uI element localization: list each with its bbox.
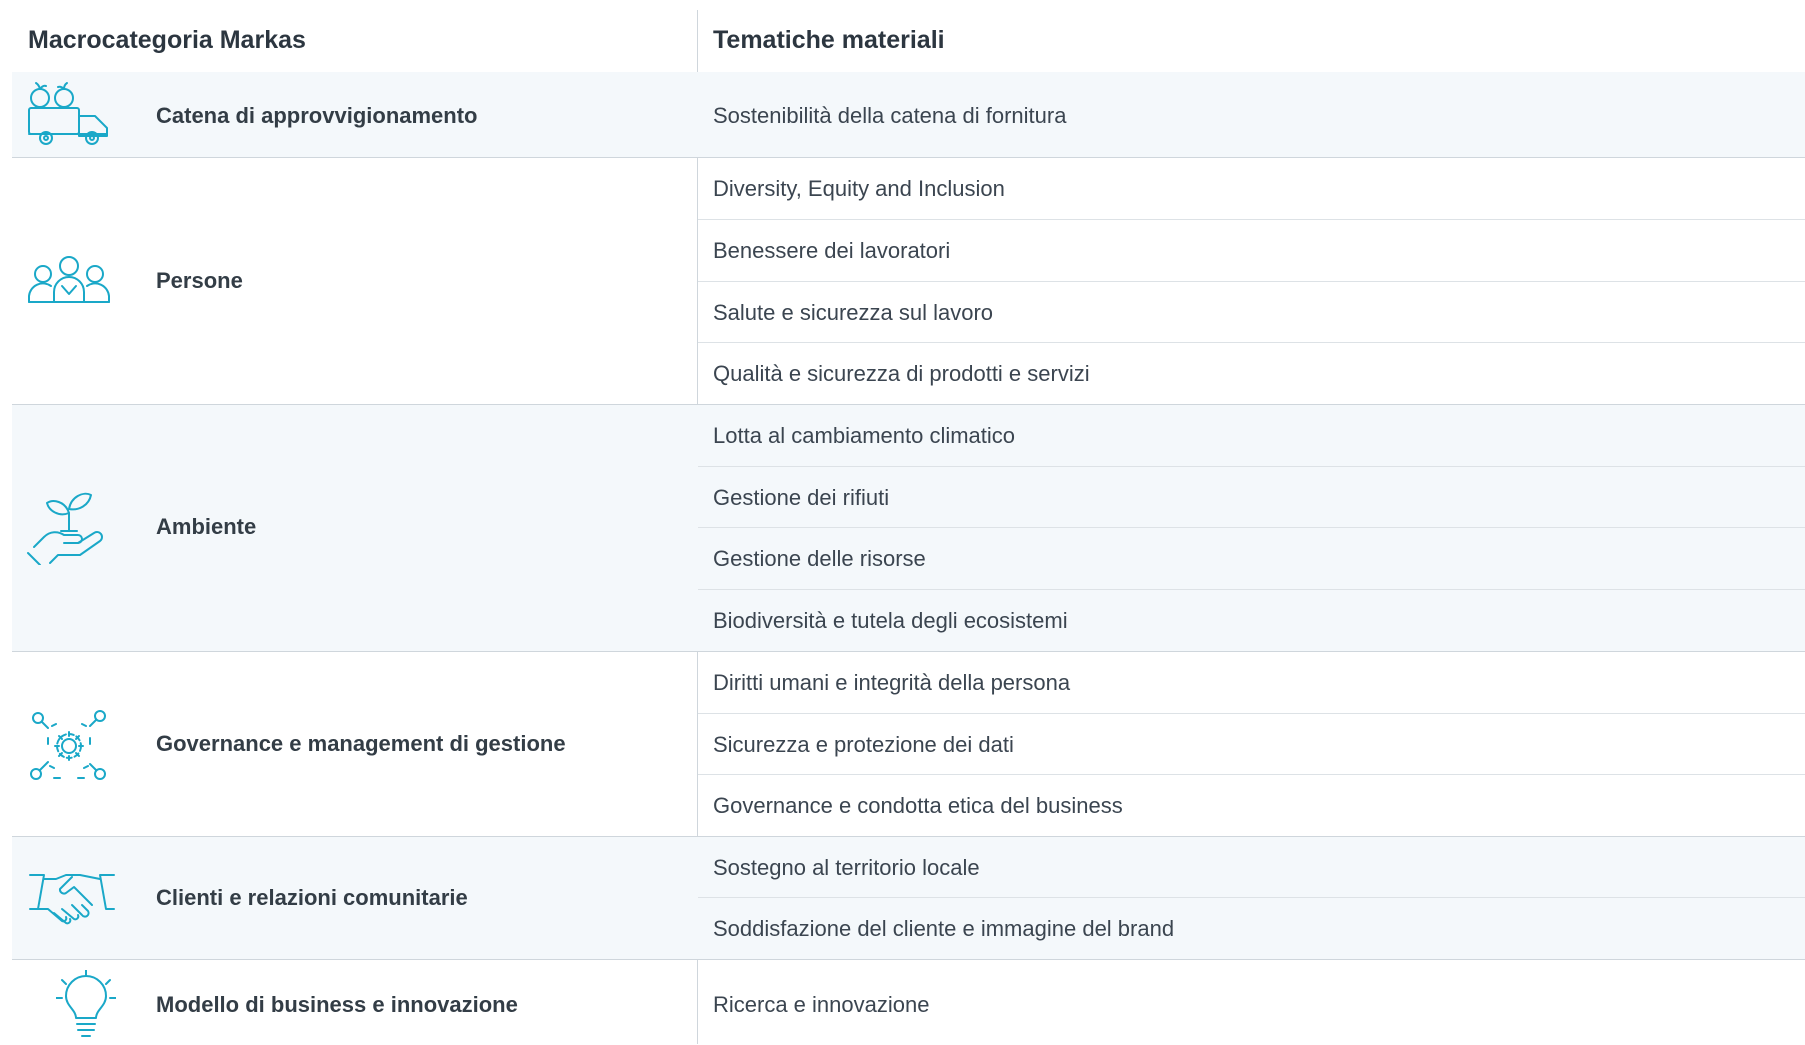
lightbulb-icon [55, 969, 117, 1040]
topic-label: Ricerca e innovazione [713, 992, 930, 1017]
topic-label: Governance e condotta etica del business [713, 793, 1123, 818]
table-header: Macrocategoria Markas Tematiche material… [12, 0, 1805, 73]
topic-row: Biodiversità e tutela degli ecosistemi [698, 590, 1805, 651]
category-label: Catena di approvvigionamento [156, 103, 478, 128]
topic-label: Diritti umani e integrità della persona [713, 670, 1071, 695]
category-label: Persone [156, 268, 243, 293]
topic-label: Gestione dei rifiuti [713, 485, 890, 510]
category-label: Ambiente [156, 514, 257, 539]
topic-row: Benessere dei lavoratori [698, 220, 1805, 282]
group-business-model: Modello di business e innovazione Ricerc… [12, 960, 1805, 1044]
people-group-icon [26, 252, 112, 310]
topic-label: Benessere dei lavoratori [713, 238, 951, 263]
topic-label: Biodiversità e tutela degli ecosistemi [713, 608, 1068, 633]
topic-row: Lotta al cambiamento climatico [698, 405, 1805, 467]
topic-label: Qualità e sicurezza di prodotti e serviz… [713, 361, 1090, 386]
header-macrocategory: Macrocategoria Markas [28, 26, 306, 54]
group-governance: Governance e management di gestione Diri… [12, 652, 1805, 837]
topic-label: Soddisfazione del cliente e immagine del… [713, 916, 1175, 941]
topic-label: Sostenibilità della catena di fornitura [713, 103, 1067, 128]
group-environment: Ambiente Lotta al cambiamento climatico … [12, 405, 1805, 652]
topic-row: Sostegno al territorio locale [698, 837, 1805, 898]
topic-label: Salute e sicurezza sul lavoro [713, 300, 994, 325]
gear-network-icon [26, 708, 112, 784]
topic-row: Ricerca e innovazione [698, 960, 1805, 1044]
topic-label: Sostegno al territorio locale [713, 855, 980, 880]
topic-row: Sicurezza e protezione dei dati [698, 714, 1805, 775]
topic-row: Soddisfazione del cliente e immagine del… [698, 898, 1805, 959]
topic-row: Salute e sicurezza sul lavoro [698, 282, 1805, 343]
topic-row: Governance e condotta etica del business [698, 775, 1805, 836]
header-material-topics: Tematiche materiali [713, 26, 945, 54]
topic-row: Gestione dei rifiuti [698, 467, 1805, 528]
group-people: Persone Diversity, Equity and Inclusion … [12, 158, 1805, 405]
topic-label: Diversity, Equity and Inclusion [713, 176, 1005, 201]
topic-row: Sostenibilità della catena di fornitura [698, 72, 1805, 158]
topic-label: Gestione delle risorse [713, 546, 926, 571]
category-label: Modello di business e innovazione [156, 992, 518, 1017]
topic-row: Diritti umani e integrità della persona [698, 652, 1805, 714]
category-label: Clienti e relazioni comunitarie [156, 885, 468, 910]
topic-label: Lotta al cambiamento climatico [713, 423, 1016, 448]
topic-row: Diversity, Equity and Inclusion [698, 158, 1805, 220]
topic-row: Gestione delle risorse [698, 528, 1805, 590]
handshake-icon [28, 869, 116, 925]
category-label: Governance e management di gestione [156, 731, 566, 756]
topic-row: Qualità e sicurezza di prodotti e serviz… [698, 343, 1805, 404]
hand-plant-icon [26, 485, 112, 566]
topic-label: Sicurezza e protezione dei dati [713, 732, 1014, 757]
supply-truck-icon [26, 80, 112, 150]
materiality-table: Macrocategoria Markas Tematiche material… [12, 0, 1805, 1044]
group-supply-chain: Catena di approvvigionamento Sostenibili… [12, 72, 1805, 158]
group-customers-community: Clienti e relazioni comunitarie Sostegno… [12, 837, 1805, 960]
